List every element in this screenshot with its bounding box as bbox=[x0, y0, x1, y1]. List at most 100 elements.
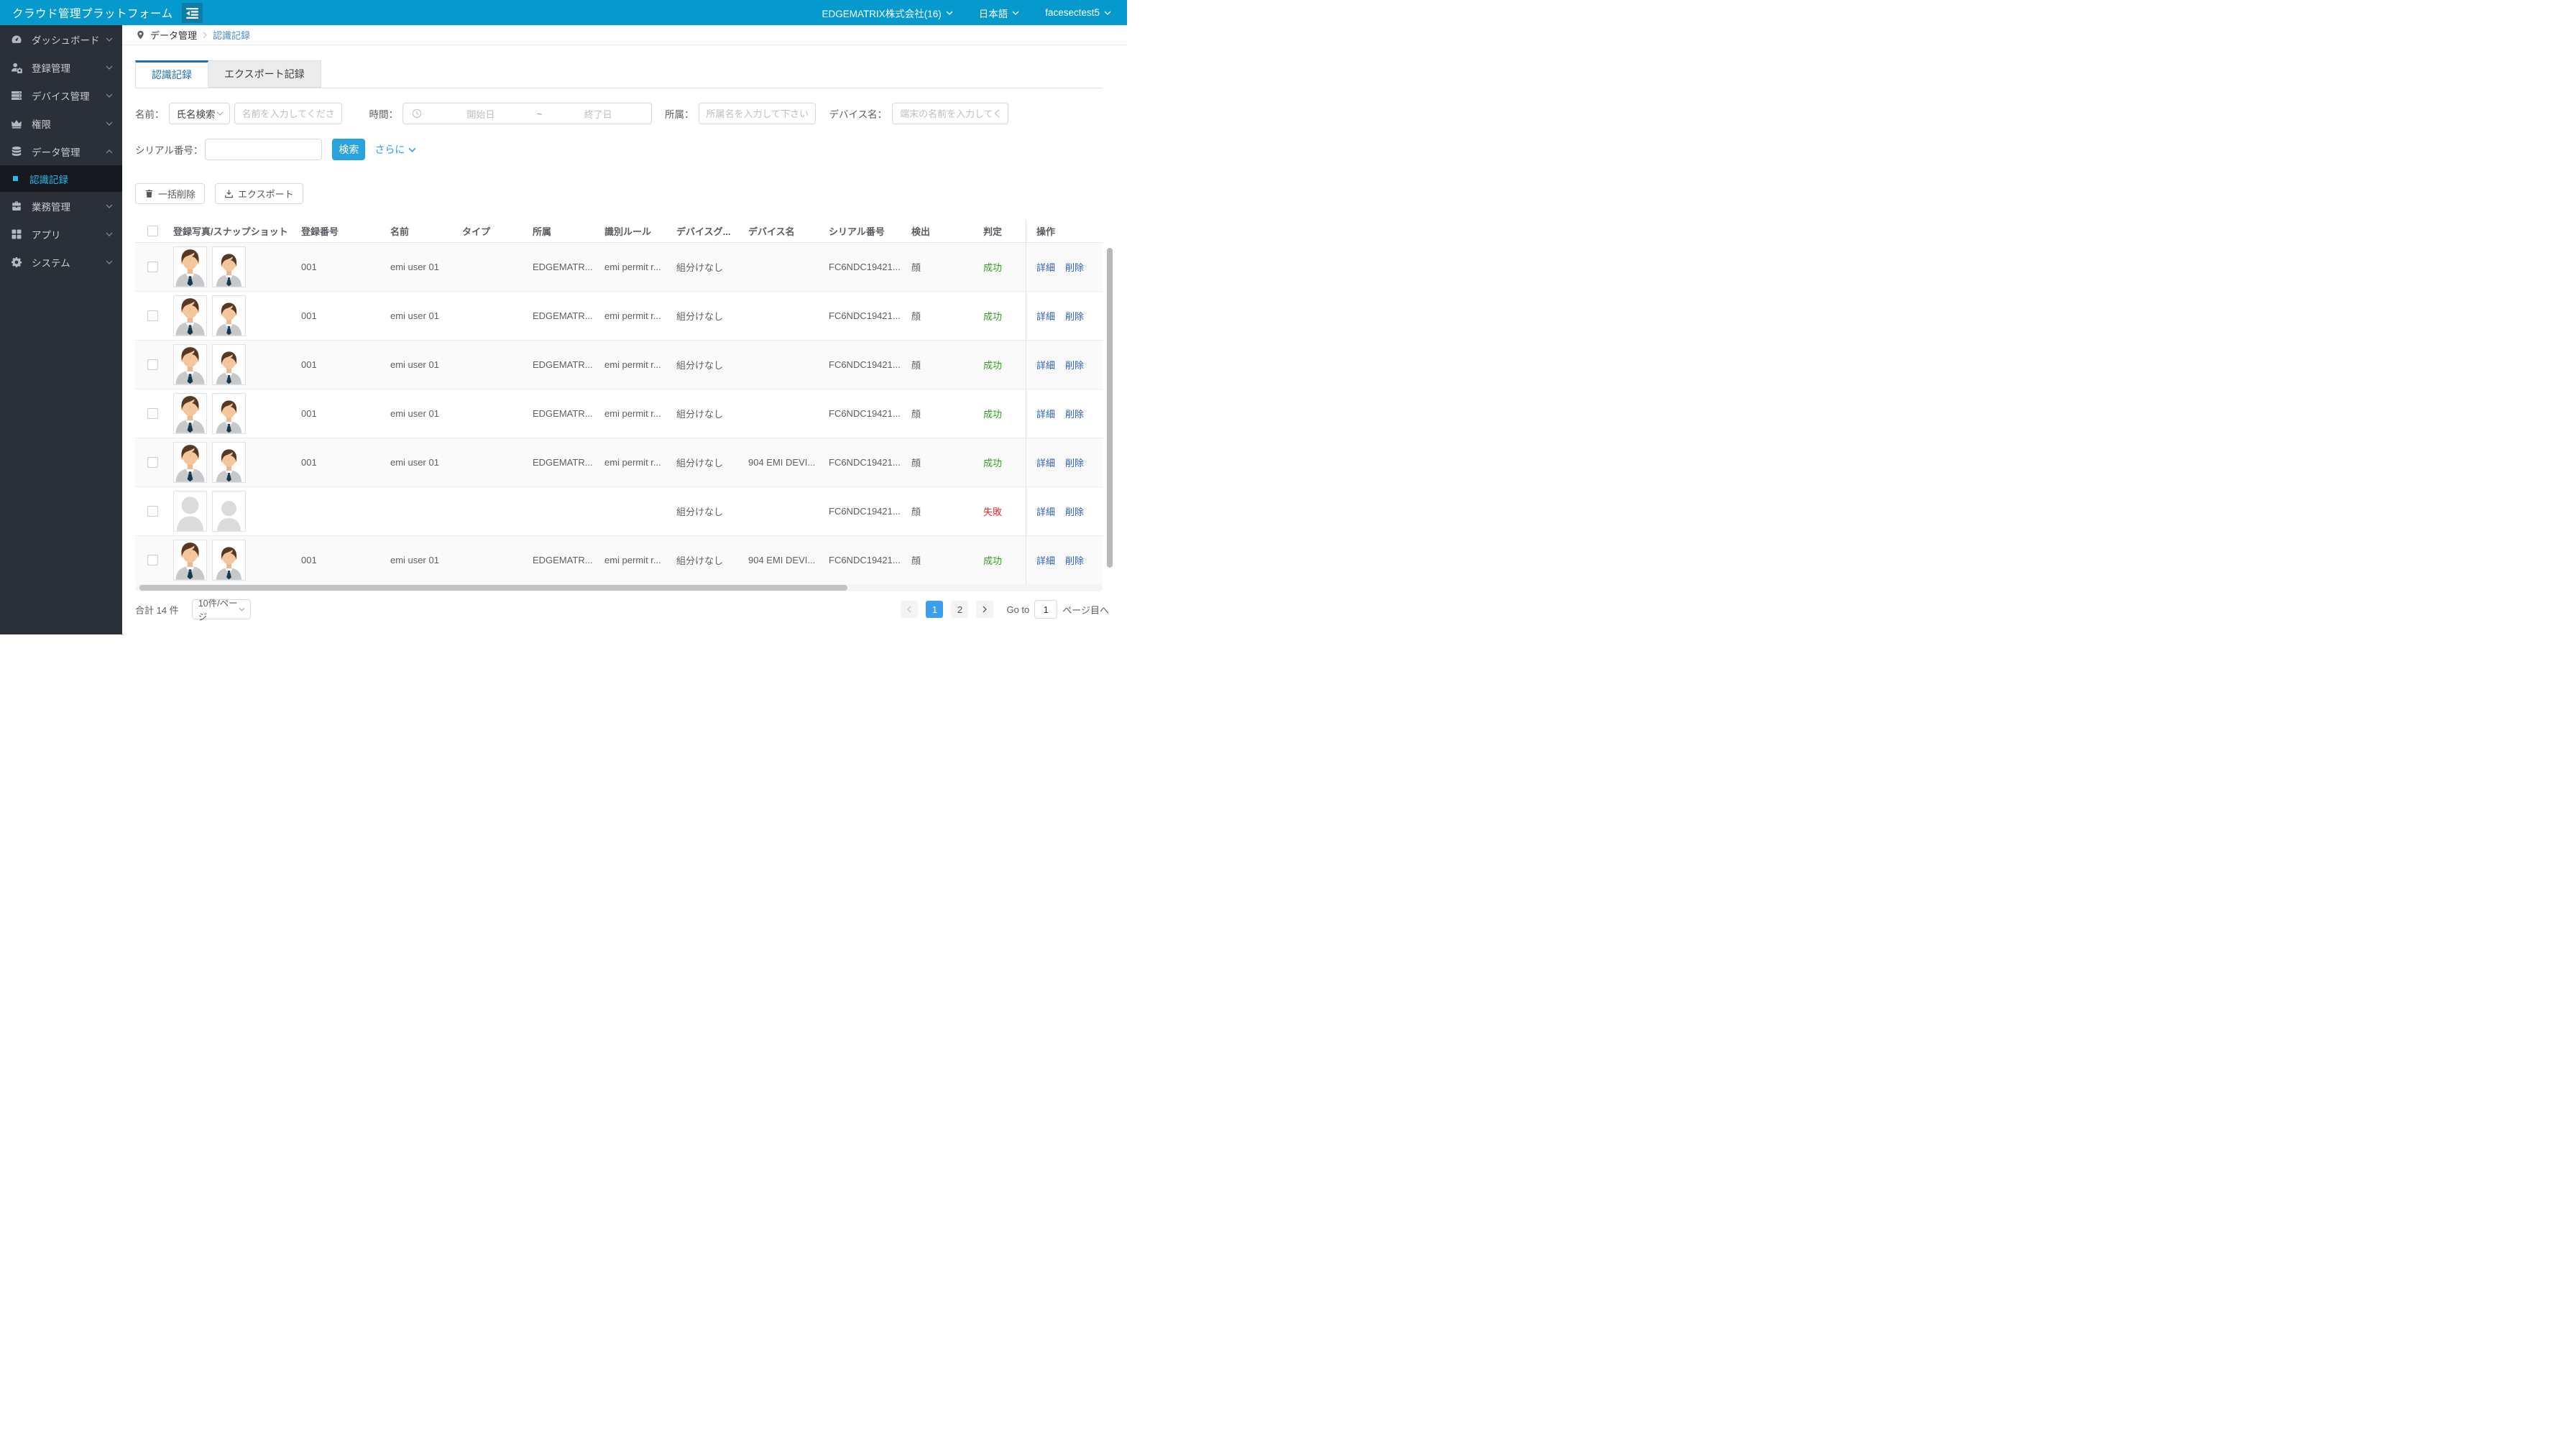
row-checkbox[interactable] bbox=[147, 262, 158, 272]
sidebar-item-permission[interactable]: 権限 bbox=[0, 109, 122, 137]
row-checkbox[interactable] bbox=[147, 408, 158, 419]
cell-serial: FC6NDC19421... bbox=[829, 310, 901, 321]
filter-panel: 名前： 氏名検索 時間： 開始日 ~ 終了日 所属： デバイス名： シリアル番号… bbox=[135, 103, 1127, 160]
table-row: 001 emi user 01 EDGEMATR... emi permit r...… bbox=[135, 536, 1103, 584]
row-select-cell bbox=[135, 555, 170, 565]
snapshot-photo bbox=[212, 295, 246, 336]
delete-link[interactable]: 削除 bbox=[1065, 456, 1084, 469]
delete-link[interactable]: 削除 bbox=[1065, 407, 1084, 420]
records-table: 登録写真/スナップショット 登録番号 名前 タイプ 所属 識別ルール デバイスグ... デバイ… bbox=[135, 220, 1103, 584]
cell-dept: EDGEMATR... bbox=[533, 408, 593, 419]
collapse-menu-icon bbox=[186, 7, 198, 19]
cell-group: 組分けなし bbox=[676, 311, 724, 322]
detail-link[interactable]: 詳細 bbox=[1036, 553, 1055, 567]
breadcrumb-section[interactable]: データ管理 bbox=[150, 28, 197, 42]
cell-reg_no: 001 bbox=[301, 262, 317, 272]
goto-page-input[interactable] bbox=[1034, 600, 1058, 619]
device-filter-label: デバイス名： bbox=[829, 109, 888, 120]
table-row: 001 emi user 01 EDGEMATR... emi permit r...… bbox=[135, 341, 1103, 389]
next-page-button[interactable] bbox=[976, 601, 994, 618]
system-icon bbox=[11, 257, 22, 268]
delete-link[interactable]: 削除 bbox=[1065, 504, 1084, 518]
username: facesectest5 bbox=[1045, 7, 1100, 18]
sidebar-item-business[interactable]: 業務管理 bbox=[0, 192, 122, 220]
cell-serial: FC6NDC19421... bbox=[829, 408, 901, 419]
cell-result: 失敗 bbox=[980, 504, 1026, 518]
delete-link[interactable]: 削除 bbox=[1065, 309, 1084, 323]
row-checkbox[interactable] bbox=[147, 457, 158, 468]
column-header: デバイス名 bbox=[748, 226, 795, 237]
photo-cell bbox=[170, 393, 298, 434]
sidebar-item-registration[interactable]: 登録管理 bbox=[0, 53, 122, 81]
detail-link[interactable]: 詳細 bbox=[1036, 260, 1055, 274]
org-dropdown[interactable]: EDGEMATRIX株式会社(16) bbox=[822, 6, 953, 20]
date-range-picker[interactable]: 開始日 ~ 終了日 bbox=[402, 103, 652, 124]
horizontal-scrollbar-thumb[interactable] bbox=[139, 585, 847, 591]
tab-bar: 認識記録 エクスポート記録 bbox=[135, 60, 1103, 88]
sidebar-subitem-recognition-records[interactable]: 認識記録 bbox=[0, 165, 122, 192]
detail-link[interactable]: 詳細 bbox=[1036, 358, 1055, 371]
name-filter-label: 名前： bbox=[135, 109, 165, 120]
horizontal-scrollbar bbox=[135, 584, 1103, 591]
cell-result: 成功 bbox=[980, 553, 1026, 567]
registered-photo bbox=[173, 246, 207, 287]
chevron-down-icon bbox=[106, 260, 113, 264]
snapshot-photo bbox=[212, 442, 246, 483]
select-all-checkbox[interactable] bbox=[147, 226, 158, 236]
snapshot-photo bbox=[212, 491, 246, 532]
bulk-delete-button[interactable]: 一括削除 bbox=[135, 183, 206, 204]
delete-link[interactable]: 削除 bbox=[1065, 358, 1084, 371]
sidebar-item-data[interactable]: データ管理 bbox=[0, 137, 122, 165]
page-button-1[interactable]: 1 bbox=[926, 601, 944, 618]
dept-input[interactable] bbox=[698, 103, 816, 124]
sidebar-item-device[interactable]: デバイス管理 bbox=[0, 81, 122, 109]
detail-link[interactable]: 詳細 bbox=[1036, 504, 1055, 518]
language-dropdown[interactable]: 日本語 bbox=[979, 6, 1020, 20]
cell-name: emi user 01 bbox=[390, 457, 439, 468]
sidebar-item-apps[interactable]: アプリ bbox=[0, 220, 122, 248]
cell-reg_no: 001 bbox=[301, 555, 317, 565]
detail-link[interactable]: 詳細 bbox=[1036, 407, 1055, 420]
topbar-right: EDGEMATRIX株式会社(16) 日本語 facesectest5 bbox=[822, 6, 1127, 20]
sidebar-item-dashboard[interactable]: ダッシュボード bbox=[0, 25, 122, 53]
snapshot-photo bbox=[212, 393, 246, 434]
detail-link[interactable]: 詳細 bbox=[1036, 309, 1055, 323]
cell-rule: emi permit r... bbox=[604, 408, 661, 419]
tab-export-records[interactable]: エクスポート記録 bbox=[208, 60, 321, 88]
row-select-cell bbox=[135, 359, 170, 370]
sidebar-item-system[interactable]: システム bbox=[0, 248, 122, 276]
export-button[interactable]: エクスポート bbox=[215, 183, 303, 204]
detail-link[interactable]: 詳細 bbox=[1036, 456, 1055, 469]
registered-photo bbox=[173, 491, 207, 532]
chevron-right-icon bbox=[203, 32, 207, 39]
column-header: 所属 bbox=[533, 226, 552, 237]
cell-rule: emi permit r... bbox=[604, 457, 661, 468]
breadcrumb-page[interactable]: 認識記録 bbox=[213, 28, 250, 42]
tab-recognition-records[interactable]: 認識記録 bbox=[135, 60, 208, 88]
row-select-cell bbox=[135, 310, 170, 321]
device-name-input[interactable] bbox=[892, 103, 1009, 124]
row-checkbox[interactable] bbox=[147, 555, 158, 565]
serial-input[interactable] bbox=[205, 139, 323, 160]
page-button-2[interactable]: 2 bbox=[951, 601, 969, 618]
row-checkbox[interactable] bbox=[147, 310, 158, 321]
user-dropdown[interactable]: facesectest5 bbox=[1045, 7, 1111, 18]
end-date-field[interactable]: 終了日 bbox=[545, 107, 651, 121]
row-checkbox[interactable] bbox=[147, 359, 158, 370]
prev-page-button[interactable] bbox=[901, 601, 919, 618]
name-input[interactable] bbox=[234, 103, 342, 124]
start-date-field[interactable]: 開始日 bbox=[428, 107, 534, 121]
delete-link[interactable]: 削除 bbox=[1065, 553, 1084, 567]
language-label: 日本語 bbox=[978, 8, 1008, 19]
row-checkbox[interactable] bbox=[147, 506, 158, 517]
search-button[interactable]: 検索 bbox=[332, 139, 366, 160]
cell-group: 組分けなし bbox=[676, 555, 724, 566]
sidebar-collapse-button[interactable] bbox=[182, 3, 203, 23]
name-type-value: 氏名検索 bbox=[176, 109, 216, 120]
delete-link[interactable]: 削除 bbox=[1065, 260, 1084, 274]
page-size-select[interactable]: 10件/ページ bbox=[191, 599, 251, 622]
photo-cell bbox=[170, 344, 298, 385]
more-filters-link[interactable]: さらに bbox=[374, 142, 416, 157]
name-type-select[interactable]: 氏名検索 bbox=[168, 103, 230, 124]
vertical-scrollbar-thumb[interactable] bbox=[1107, 248, 1113, 568]
